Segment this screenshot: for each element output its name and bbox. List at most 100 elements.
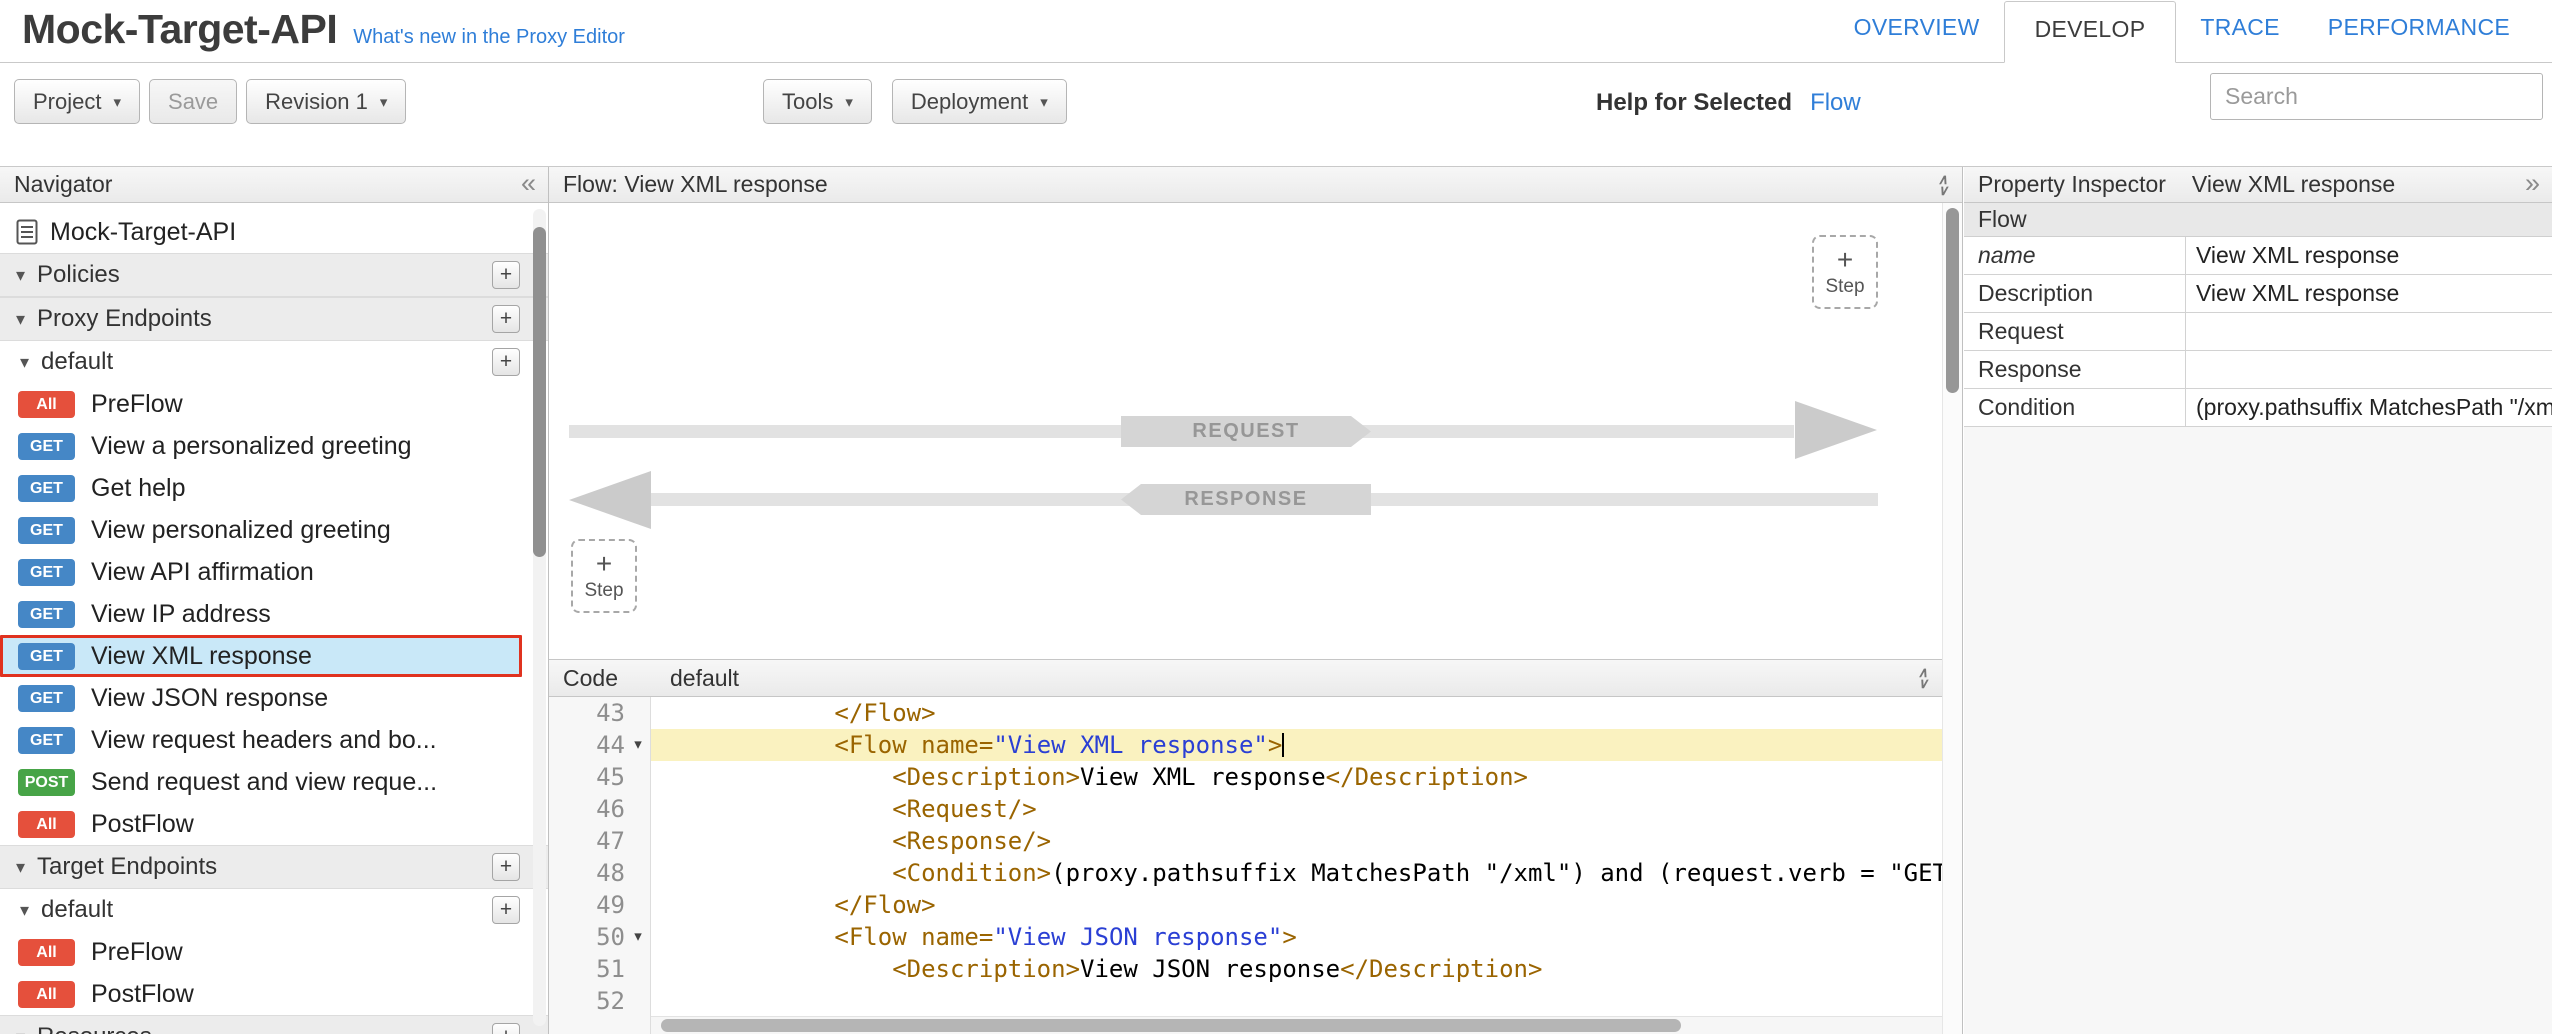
flow-item-view-request-headers[interactable]: GET View request headers and bo... <box>0 719 548 761</box>
disclosure-triangle-icon[interactable]: ▾ <box>20 900 29 921</box>
response-arrow-icon <box>569 471 651 529</box>
inspector-value[interactable]: (proxy.pathsuffix MatchesPath "/xml") an… <box>2186 389 2552 426</box>
flow-item-view-xml-response[interactable]: GET View XML response <box>0 635 522 677</box>
method-badge: GET <box>18 559 75 586</box>
flow-panel-header: Flow: View XML response ∧∨ <box>549 167 1962 203</box>
flow-item-postflow[interactable]: All PostFlow <box>0 803 548 845</box>
expand-inspector-icon[interactable]: » <box>2525 169 2540 196</box>
whats-new-link[interactable]: What's new in the Proxy Editor <box>353 26 625 49</box>
text-cursor <box>1282 733 1284 757</box>
add-proxy-endpoint-button[interactable]: + <box>492 305 520 333</box>
add-response-step-button[interactable]: + Step <box>571 539 637 613</box>
collapse-flow-panel-icon[interactable]: ∧∨ <box>1938 174 1948 196</box>
add-proxy-flow-button[interactable]: + <box>492 348 520 376</box>
flow-item-view-api-affirmation[interactable]: GET View API affirmation <box>0 551 548 593</box>
navigator-title: Navigator <box>14 171 112 198</box>
section-policies[interactable]: ▾ Policies + <box>0 253 548 297</box>
line-number: 47 <box>596 825 625 857</box>
inspector-value[interactable] <box>2186 351 2552 388</box>
section-proxy-endpoints[interactable]: ▾ Proxy Endpoints + <box>0 297 548 341</box>
add-policy-button[interactable]: + <box>492 261 520 289</box>
inspector-value[interactable] <box>2186 313 2552 350</box>
code-line-49[interactable]: 49 </Flow> <box>549 889 1942 921</box>
tools-menu-button[interactable]: Tools ▾ <box>763 79 872 124</box>
page-title: Mock-Target-API <box>22 6 337 53</box>
proxy-endpoint-default[interactable]: ▾ default + <box>0 341 548 383</box>
navigator-scrollbar-thumb[interactable] <box>533 227 546 557</box>
save-button[interactable]: Save <box>149 79 237 124</box>
property-inspector-header: Property Inspector View XML response » <box>1964 167 2552 203</box>
code-line-50[interactable]: 50▾ <Flow name="View JSON response"> <box>549 921 1942 953</box>
inspector-value[interactable]: View XML response <box>2186 275 2552 312</box>
section-resources[interactable]: ▾ Resources + <box>0 1015 548 1034</box>
tab-trace[interactable]: TRACE <box>2176 14 2303 63</box>
method-badge: All <box>18 939 75 966</box>
title-wrap: Mock-Target-API What's new in the Proxy … <box>22 6 625 53</box>
tab-overview[interactable]: OVERVIEW <box>1830 14 2004 63</box>
inspector-label: Request <box>1964 313 2186 350</box>
disclosure-triangle-icon[interactable]: ▾ <box>16 1027 25 1034</box>
method-badge: GET <box>18 433 75 460</box>
line-number: 48 <box>596 857 625 889</box>
code-line-47[interactable]: 47 <Response/> <box>549 825 1942 857</box>
flow-item-view-ip-address[interactable]: GET View IP address <box>0 593 548 635</box>
target-endpoint-default[interactable]: ▾ default + <box>0 889 548 931</box>
deployment-menu-button[interactable]: Deployment ▾ <box>892 79 1067 124</box>
add-request-step-button[interactable]: + Step <box>1812 235 1878 309</box>
add-target-endpoint-button[interactable]: + <box>492 853 520 881</box>
code-line-46[interactable]: 46 <Request/> <box>549 793 1942 825</box>
code-horizontal-scrollbar-thumb[interactable] <box>661 1019 1681 1032</box>
project-menu-button[interactable]: Project ▾ <box>14 79 140 124</box>
target-flow-item-postflow[interactable]: All PostFlow <box>0 973 548 1015</box>
inspector-label: Description <box>1964 275 2186 312</box>
flow-canvas: + Step REQUEST RESPONSE + Step <box>549 203 1942 659</box>
inspector-value[interactable]: View XML response <box>2186 237 2552 274</box>
tab-performance[interactable]: PERFORMANCE <box>2304 14 2534 63</box>
toolbar-left-group: Project ▾ Save Revision 1 ▾ <box>14 79 406 124</box>
flow-item-view-json-response[interactable]: GET View JSON response <box>0 677 548 719</box>
flow-item-view-a-personalized-greeting[interactable]: GET View a personalized greeting <box>0 425 548 467</box>
inspector-empty-area <box>1964 427 2552 1034</box>
search-input[interactable] <box>2210 73 2543 120</box>
code-fold-icon[interactable]: ▾ <box>625 729 651 761</box>
disclosure-triangle-icon[interactable]: ▾ <box>20 352 29 373</box>
code-editor[interactable]: 43 </Flow> 44▾ <Flow name="View XML resp… <box>549 697 1942 1034</box>
property-inspector-title: Property Inspector <box>1978 171 2166 198</box>
code-fold-icon[interactable]: ▾ <box>625 921 651 953</box>
disclosure-triangle-icon[interactable]: ▾ <box>16 857 25 878</box>
flow-item-send-request[interactable]: POST Send request and view reque... <box>0 761 548 803</box>
target-flow-item-preflow[interactable]: All PreFlow <box>0 931 548 973</box>
disclosure-triangle-icon[interactable]: ▾ <box>16 309 25 330</box>
section-resources-label: Resources <box>37 1023 152 1034</box>
revision-menu-button[interactable]: Revision 1 ▾ <box>246 79 406 124</box>
code-line-52[interactable]: 52 <box>549 985 1942 1017</box>
add-target-flow-button[interactable]: + <box>492 896 520 924</box>
flow-panel-scrollbar[interactable] <box>1942 203 1962 1034</box>
code-line-43[interactable]: 43 </Flow> <box>549 697 1942 729</box>
collapse-code-panel-icon[interactable]: ∧∨ <box>1918 667 1928 689</box>
collapse-navigator-icon[interactable]: « <box>521 169 536 196</box>
flow-panel-scrollbar-thumb[interactable] <box>1946 208 1959 393</box>
disclosure-triangle-icon[interactable]: ▾ <box>16 265 25 286</box>
section-target-endpoints[interactable]: ▾ Target Endpoints + <box>0 845 548 889</box>
proxy-document-icon <box>16 219 38 245</box>
code-line-51[interactable]: 51 <Description>View JSON response</Desc… <box>549 953 1942 985</box>
help-selected-flow-link[interactable]: Flow <box>1810 89 1861 117</box>
code-line-45[interactable]: 45 <Description>View XML response</Descr… <box>549 761 1942 793</box>
flow-item-preflow[interactable]: All PreFlow <box>0 383 548 425</box>
line-number: 44 <box>596 729 625 761</box>
add-resource-button[interactable]: + <box>492 1023 520 1034</box>
help-for-selected-label: Help for Selected <box>1596 89 1792 117</box>
code-horizontal-scrollbar[interactable] <box>651 1016 1942 1034</box>
code-line-48[interactable]: 48 <Condition>(proxy.pathsuffix MatchesP… <box>549 857 1942 889</box>
navigator-scrollbar[interactable] <box>533 209 546 1026</box>
line-number: 46 <box>596 793 625 825</box>
flow-item-view-personalized-greeting[interactable]: GET View personalized greeting <box>0 509 548 551</box>
code-tab-default[interactable]: default <box>670 665 739 692</box>
section-proxy-endpoints-label: Proxy Endpoints <box>37 305 212 333</box>
code-line-44[interactable]: 44▾ <Flow name="View XML response"> <box>549 729 1942 761</box>
flow-item-get-help[interactable]: GET Get help <box>0 467 548 509</box>
proxy-root-item[interactable]: Mock-Target-API <box>0 211 548 253</box>
tab-develop[interactable]: DEVELOP <box>2004 1 2177 63</box>
method-badge: GET <box>18 727 75 754</box>
